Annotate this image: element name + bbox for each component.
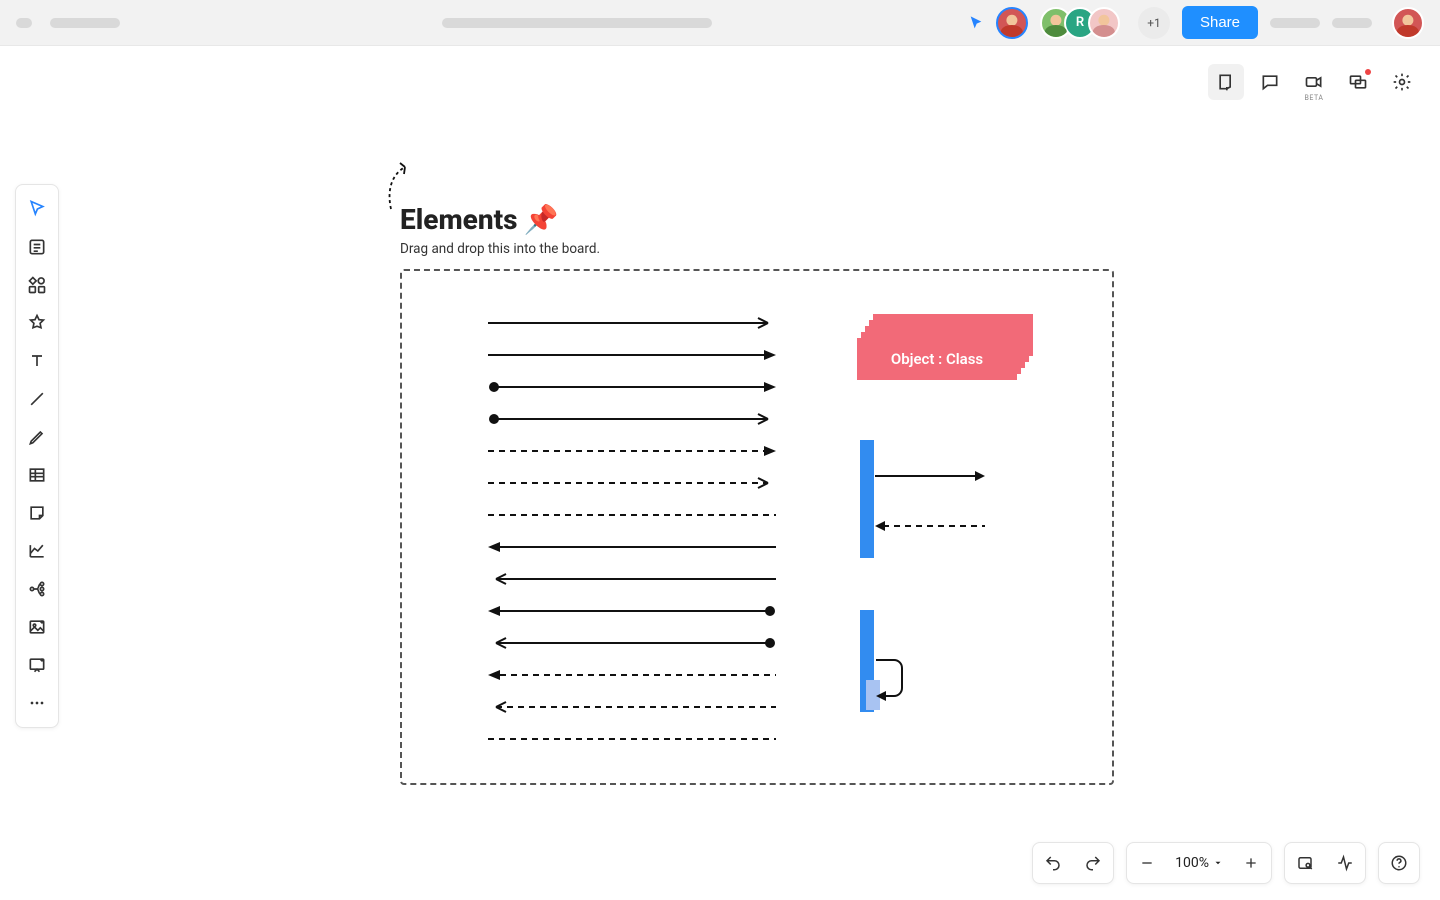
help-group <box>1378 842 1420 884</box>
arrow-solid-right-filled[interactable] <box>488 348 776 362</box>
arrow-solid-left-filled[interactable] <box>488 540 776 554</box>
menu-placeholder[interactable] <box>1270 18 1320 28</box>
account-avatar[interactable] <box>1392 7 1424 39</box>
arrow-found-open-right[interactable] <box>488 412 776 426</box>
line-dashed[interactable] <box>488 508 776 522</box>
pin-icon: 📌 <box>524 203 559 236</box>
share-button[interactable]: Share <box>1182 6 1258 39</box>
title-placeholder[interactable] <box>50 18 120 28</box>
widgets-tool[interactable] <box>19 267 55 303</box>
arrow-dashed-right-open[interactable] <box>488 476 776 490</box>
activity-button[interactable] <box>1325 843 1365 883</box>
more-avatars[interactable]: +1 <box>1138 7 1170 39</box>
arrow-solid-right-open[interactable] <box>488 316 776 330</box>
object-class-stack[interactable]: Object : Class <box>855 314 1035 384</box>
table-tool[interactable] <box>19 457 55 493</box>
view-group <box>1284 842 1366 884</box>
pen-tool[interactable] <box>19 419 55 455</box>
redo-button[interactable] <box>1073 843 1113 883</box>
section-title: Elements 📌 <box>400 203 558 236</box>
line-tool[interactable] <box>19 381 55 417</box>
zoom-in-button[interactable] <box>1231 843 1271 883</box>
self-message-arrow[interactable] <box>874 656 914 706</box>
arrow-solid-left-open[interactable] <box>488 572 776 586</box>
arrow-lost-left-filled[interactable] <box>488 604 776 618</box>
image-tool[interactable] <box>19 609 55 645</box>
zoom-level[interactable]: 100% <box>1167 855 1231 871</box>
my-avatar[interactable] <box>996 7 1028 39</box>
shapes-tool[interactable] <box>19 305 55 341</box>
lifeline-activation[interactable] <box>860 440 874 558</box>
board-name-placeholder[interactable] <box>442 18 712 28</box>
select-tool[interactable] <box>19 191 55 227</box>
avatar[interactable] <box>1088 7 1120 39</box>
header-center <box>186 18 968 28</box>
chart-tool[interactable] <box>19 533 55 569</box>
object-card-label: Object : Class <box>891 350 983 368</box>
arrow-dashed-left-open[interactable] <box>488 700 776 714</box>
bottom-bar: 100% <box>1032 842 1420 884</box>
text-tool[interactable] <box>19 343 55 379</box>
menu-placeholder[interactable] <box>1332 18 1372 28</box>
collaborator-avatars[interactable]: R <box>1040 7 1120 39</box>
sticky-tool[interactable] <box>19 495 55 531</box>
arrow-elements-column <box>488 316 776 764</box>
undo-button[interactable] <box>1033 843 1073 883</box>
help-button[interactable] <box>1379 843 1419 883</box>
object-card: Object : Class <box>857 338 1017 380</box>
chevron-down-icon <box>1213 858 1223 868</box>
section-subtitle: Drag and drop this into the board. <box>400 241 600 257</box>
top-header: R +1 Share <box>0 0 1440 46</box>
left-toolbar <box>15 184 59 728</box>
lifeline-call-return[interactable] <box>875 466 995 536</box>
arrow-dashed-right-filled[interactable] <box>488 444 776 458</box>
minimap-button[interactable] <box>1285 843 1325 883</box>
header-right: R +1 Share <box>968 6 1424 39</box>
templates-tool[interactable] <box>19 229 55 265</box>
menu-placeholder[interactable] <box>16 18 32 28</box>
arrow-found-solid-right[interactable] <box>488 380 776 394</box>
header-left <box>16 18 186 28</box>
arrow-lost-left-open[interactable] <box>488 636 776 650</box>
arrow-dashed-left-filled[interactable] <box>488 668 776 682</box>
zoom-level-text: 100% <box>1175 855 1209 871</box>
zoom-group: 100% <box>1126 842 1272 884</box>
line-dashed-2[interactable] <box>488 732 776 746</box>
mindmap-tool[interactable] <box>19 571 55 607</box>
history-group <box>1032 842 1114 884</box>
more-tools[interactable] <box>19 685 55 721</box>
canvas[interactable]: Elements 📌 Drag and drop this into the b… <box>60 46 1440 900</box>
zoom-out-button[interactable] <box>1127 843 1167 883</box>
frame-tool[interactable] <box>19 647 55 683</box>
pointer-presence-icon <box>968 15 984 31</box>
section-title-text: Elements <box>400 203 518 236</box>
